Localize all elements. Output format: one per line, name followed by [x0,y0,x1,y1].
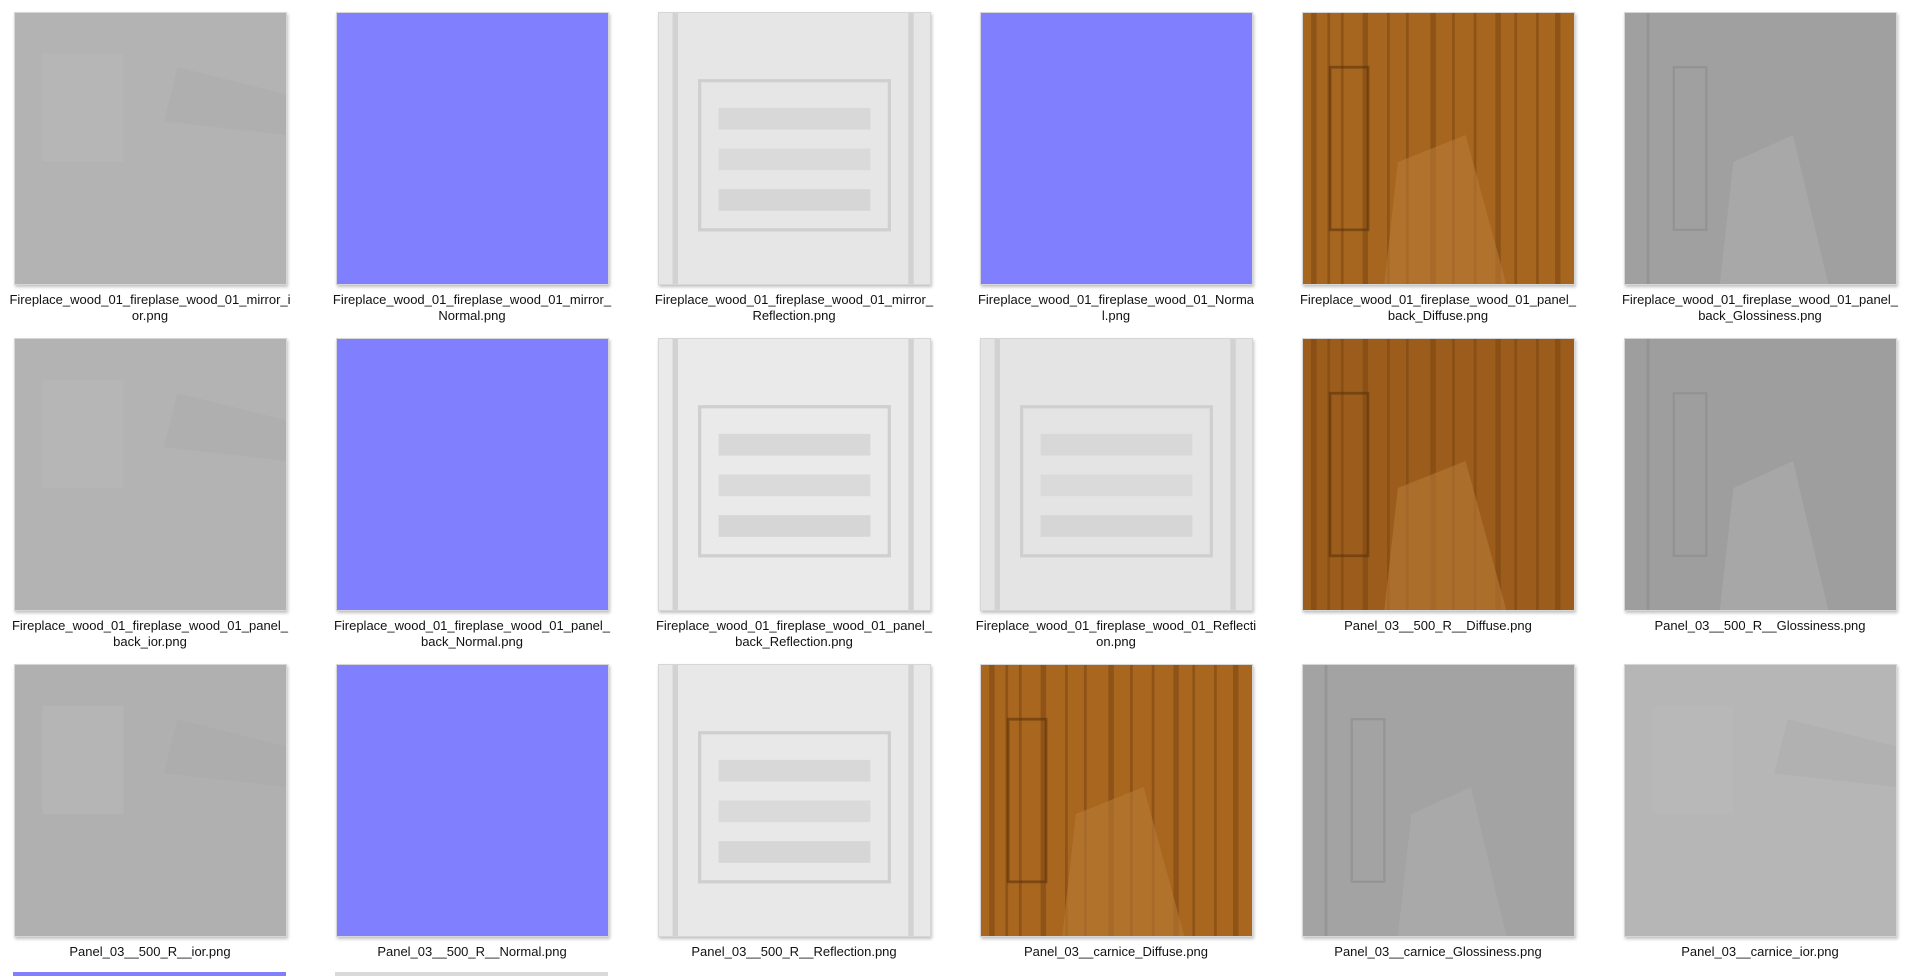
file-item[interactable]: Panel_03__500_R__Glossiness.png [1619,338,1901,656]
file-item[interactable]: Fireplace_wood_01_fireplase_wood_01_mirr… [653,12,935,330]
file-item[interactable]: Panel_03__500_R__Normal.png [331,664,613,976]
file-name-label: Fireplace_wood_01_fireplase_wood_01_pane… [1299,292,1577,323]
file-item[interactable]: Fireplace_wood_01_fireplase_wood_01_Norm… [975,12,1257,330]
file-item[interactable]: Fireplace_wood_01_fireplase_wood_01_pane… [331,338,613,656]
file-name-label: Fireplace_wood_01_fireplase_wood_01_pane… [333,618,611,649]
file-item[interactable]: Fireplace_wood_01_fireplase_wood_01_pane… [9,338,291,656]
file-name-label: Panel_03__500_R__Diffuse.png [1344,618,1532,633]
file-thumbnail[interactable] [13,338,287,611]
file-thumbnail[interactable] [1301,12,1575,285]
file-item[interactable]: Fireplace_wood_01_fireplase_wood_01_pane… [1619,12,1901,330]
file-thumbnail[interactable] [979,664,1253,937]
file-thumbnail[interactable] [335,338,609,611]
file-thumbnail[interactable] [13,12,287,285]
file-thumbnail[interactable] [335,12,609,285]
file-explorer-large-icons-view: Fireplace_wood_01_fireplase_wood_01_mirr… [0,0,1920,976]
file-thumbnail[interactable] [1623,12,1897,285]
file-thumbnail[interactable] [13,664,287,937]
partial-thumbnail[interactable] [331,972,613,976]
file-item[interactable]: Fireplace_wood_01_fireplase_wood_01_Refl… [975,338,1257,656]
file-name-label: Panel_03__500_R__Glossiness.png [1654,618,1866,633]
file-thumbnail[interactable] [657,12,931,285]
file-item[interactable]: Panel_03__500_R__ior.png [9,664,291,976]
file-item[interactable]: Fireplace_wood_01_fireplase_wood_01_pane… [653,338,935,656]
file-thumbnail[interactable] [1301,664,1575,937]
file-name-label: Fireplace_wood_01_fireplase_wood_01_mirr… [654,292,934,323]
file-name-label: Panel_03__500_R__ior.png [69,944,231,959]
partial-thumbnail[interactable] [1297,972,1579,976]
file-thumbnail[interactable] [657,338,931,611]
next-row-partial [9,972,1901,976]
partial-thumbnail[interactable] [653,972,935,976]
file-item[interactable]: Panel_03__carnice_Glossiness.png [1297,664,1579,976]
file-name-label: Fireplace_wood_01_fireplase_wood_01_mirr… [332,292,612,323]
file-thumbnail[interactable] [1301,338,1575,611]
file-name-label: Panel_03__500_R__Reflection.png [691,944,897,959]
file-name-label: Fireplace_wood_01_fireplase_wood_01_Norm… [977,292,1255,323]
file-name-label: Fireplace_wood_01_fireplase_wood_01_pane… [11,618,289,649]
file-name-label: Fireplace_wood_01_fireplase_wood_01_pane… [655,618,933,649]
file-thumbnail[interactable] [979,12,1253,285]
file-item[interactable]: Fireplace_wood_01_fireplase_wood_01_pane… [1297,12,1579,330]
file-item[interactable]: Fireplace_wood_01_fireplase_wood_01_mirr… [331,12,613,330]
file-item[interactable]: Fireplace_wood_01_fireplase_wood_01_mirr… [9,12,291,330]
file-name-label: Fireplace_wood_01_fireplase_wood_01_pane… [1621,292,1899,323]
file-item[interactable]: Panel_03__500_R__Diffuse.png [1297,338,1579,656]
partial-thumbnail[interactable] [975,972,1257,976]
partial-thumbnail[interactable] [9,972,291,976]
file-name-label: Panel_03__carnice_Diffuse.png [1023,944,1209,959]
file-name-label: Fireplace_wood_01_fireplase_wood_01_Refl… [975,618,1257,649]
file-name-label: Panel_03__500_R__Normal.png [377,944,567,959]
file-thumbnail[interactable] [335,664,609,937]
file-item[interactable]: Panel_03__carnice_ior.png [1619,664,1901,976]
file-item[interactable]: Panel_03__500_R__Reflection.png [653,664,935,976]
thumbnail-grid: Fireplace_wood_01_fireplase_wood_01_mirr… [9,12,1901,976]
file-name-label: Panel_03__carnice_ior.png [1681,944,1839,959]
file-thumbnail[interactable] [657,664,931,937]
file-name-label: Panel_03__carnice_Glossiness.png [1334,944,1542,959]
partial-thumbnail[interactable] [1619,972,1901,976]
file-thumbnail[interactable] [1623,664,1897,937]
file-item[interactable]: Panel_03__carnice_Diffuse.png [975,664,1257,976]
file-thumbnail[interactable] [979,338,1253,611]
file-name-label: Fireplace_wood_01_fireplase_wood_01_mirr… [9,292,291,323]
file-thumbnail[interactable] [1623,338,1897,611]
